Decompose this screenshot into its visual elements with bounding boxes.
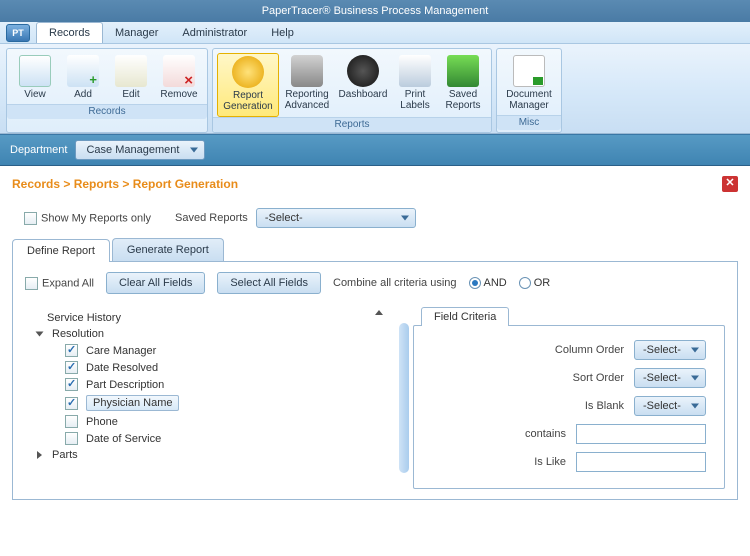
ribbon-report-generation[interactable]: Report Generation xyxy=(217,53,279,117)
checkbox-icon xyxy=(65,432,78,445)
combine-criteria-label: Combine all criteria using xyxy=(333,277,457,289)
checkbox-icon xyxy=(65,344,78,357)
is-like-input[interactable] xyxy=(576,452,706,472)
chevron-down-icon xyxy=(691,348,699,353)
ribbon-dashboard[interactable]: Dashboard xyxy=(335,53,391,117)
report-icon xyxy=(232,56,264,88)
department-bar: Department Case Management xyxy=(0,134,750,166)
radio-or[interactable]: OR xyxy=(519,277,551,289)
ribbon: View Add Edit Remove Records Report Gene… xyxy=(0,44,750,134)
tree-item-physician-name[interactable]: Physician Name xyxy=(25,393,367,413)
expand-icon xyxy=(36,332,44,337)
column-order-label: Column Order xyxy=(524,344,624,356)
ribbon-group-title: Misc xyxy=(497,115,561,130)
saved-reports-icon xyxy=(447,55,479,87)
ribbon-group-title: Records xyxy=(7,104,207,119)
menu-manager[interactable]: Manager xyxy=(103,22,170,44)
column-order-select[interactable]: -Select- xyxy=(634,340,706,360)
is-blank-select[interactable]: -Select- xyxy=(634,396,706,416)
tab-define-report[interactable]: Define Report xyxy=(12,239,110,262)
is-like-label: Is Like xyxy=(466,456,566,468)
arrow-up-icon[interactable] xyxy=(375,310,383,315)
ribbon-edit[interactable]: Edit xyxy=(107,53,155,104)
tree-node-service-history[interactable]: Service History xyxy=(25,310,367,326)
expand-icon xyxy=(37,451,42,459)
tree-node-resolution[interactable]: Resolution xyxy=(25,326,367,342)
ribbon-group-reports: Report Generation Reporting Advanced Das… xyxy=(212,48,492,133)
select-all-fields-button[interactable]: Select All Fields xyxy=(217,272,321,294)
tree-item-phone[interactable]: Phone xyxy=(25,413,367,430)
ribbon-group-title: Reports xyxy=(213,117,491,132)
title-bar: PaperTracer® Business Process Management xyxy=(0,0,750,22)
ribbon-document-manager[interactable]: Document Manager xyxy=(501,53,557,115)
checkbox-icon xyxy=(65,415,78,428)
field-criteria-panel: Column Order-Select- Sort Order-Select- … xyxy=(413,325,725,489)
define-report-panel: Expand All Clear All Fields Select All F… xyxy=(12,262,738,500)
menu-help[interactable]: Help xyxy=(259,22,306,44)
ribbon-add[interactable]: Add xyxy=(59,53,107,104)
menu-records[interactable]: Records xyxy=(36,22,103,43)
remove-icon xyxy=(163,55,195,87)
radio-icon xyxy=(519,277,531,289)
reporting-adv-icon xyxy=(291,55,323,87)
contains-label: contains xyxy=(466,428,566,440)
checkbox-icon xyxy=(65,397,78,410)
view-icon xyxy=(19,55,51,87)
show-my-reports-checkbox[interactable]: Show My Reports only xyxy=(24,212,151,225)
scrollbar[interactable] xyxy=(399,323,409,473)
is-blank-label: Is Blank xyxy=(524,400,624,412)
close-icon[interactable]: ✕ xyxy=(722,176,738,192)
chevron-down-icon xyxy=(691,376,699,381)
app-logo: PT xyxy=(6,24,30,42)
tree-item-date-resolved[interactable]: Date Resolved xyxy=(25,359,367,376)
chevron-down-icon xyxy=(401,216,409,221)
dashboard-icon xyxy=(347,55,379,87)
ribbon-reporting-advanced[interactable]: Reporting Advanced xyxy=(279,53,335,117)
chevron-down-icon xyxy=(190,148,198,153)
tree-item-part-description[interactable]: Part Description xyxy=(25,376,367,393)
tree-item-date-of-service[interactable]: Date of Service xyxy=(25,430,367,447)
radio-icon xyxy=(469,277,481,289)
add-icon xyxy=(67,55,99,87)
field-tree: Service History Resolution Care Manager … xyxy=(25,306,367,489)
ribbon-remove[interactable]: Remove xyxy=(155,53,203,104)
checkbox-icon xyxy=(24,212,37,225)
radio-and[interactable]: AND xyxy=(469,277,507,289)
tab-generate-report[interactable]: Generate Report xyxy=(112,238,224,261)
edit-icon xyxy=(115,55,147,87)
department-label: Department xyxy=(10,144,67,156)
checkbox-icon xyxy=(65,361,78,374)
saved-reports-select[interactable]: -Select- xyxy=(256,208,416,228)
ribbon-print-labels[interactable]: Print Labels xyxy=(391,53,439,117)
field-criteria-tab: Field Criteria xyxy=(421,307,509,326)
menu-administrator[interactable]: Administrator xyxy=(170,22,259,44)
breadcrumb: Records > Reports > Report Generation xyxy=(12,177,238,191)
tree-item-care-manager[interactable]: Care Manager xyxy=(25,342,367,359)
contains-input[interactable] xyxy=(576,424,706,444)
ribbon-group-records: View Add Edit Remove Records xyxy=(6,48,208,133)
sort-order-select[interactable]: -Select- xyxy=(634,368,706,388)
ribbon-view[interactable]: View xyxy=(11,53,59,104)
print-icon xyxy=(399,55,431,87)
ribbon-group-misc: Document Manager Misc xyxy=(496,48,562,133)
menu-bar: PT Records Manager Administrator Help xyxy=(0,22,750,44)
saved-reports-label: Saved Reports xyxy=(175,212,248,224)
sort-order-label: Sort Order xyxy=(524,372,624,384)
tree-node-parts[interactable]: Parts xyxy=(25,447,367,463)
department-select[interactable]: Case Management xyxy=(75,140,205,160)
chevron-down-icon xyxy=(691,404,699,409)
document-manager-icon xyxy=(513,55,545,87)
ribbon-saved-reports[interactable]: Saved Reports xyxy=(439,53,487,117)
checkbox-icon xyxy=(25,277,38,290)
tabs: Define Report Generate Report xyxy=(12,238,738,262)
expand-all-checkbox[interactable]: Expand All xyxy=(25,277,94,290)
clear-all-fields-button[interactable]: Clear All Fields xyxy=(106,272,205,294)
checkbox-icon xyxy=(65,378,78,391)
